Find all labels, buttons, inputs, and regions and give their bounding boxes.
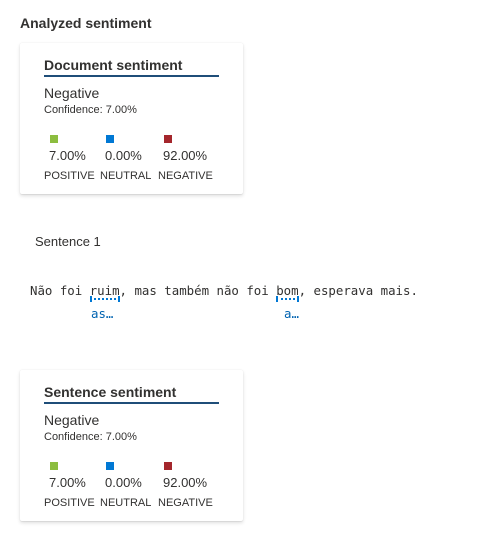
positive-label: POSITIVE <box>44 497 95 509</box>
positive-swatch <box>50 462 58 470</box>
sentence-segment: , mas também não foi <box>119 283 277 298</box>
confidence-text: Confidence: 7.00% <box>44 104 137 116</box>
negative-label: NEGATIVE <box>158 497 213 509</box>
negative-label: NEGATIVE <box>158 170 213 182</box>
negative-score: 92.00% NEGATIVE <box>158 462 213 509</box>
sentence-heading: Sentence 1 <box>35 234 101 249</box>
positive-value: 7.00% <box>49 148 86 163</box>
neutral-score: 0.00% NEUTRAL <box>100 462 151 509</box>
sentence-segment: , esperava mais. <box>298 283 418 298</box>
confidence-text: Confidence: 7.00% <box>44 431 137 443</box>
sentiment-label: Negative <box>44 412 100 428</box>
neutral-label: NEUTRAL <box>100 170 152 182</box>
positive-value: 7.00% <box>49 475 86 490</box>
neutral-swatch <box>106 462 114 470</box>
opinion-target-bom[interactable]: bom <box>276 283 299 302</box>
sentence-segment: Não foi <box>30 283 90 298</box>
positive-score: 7.00% POSITIVE <box>44 462 95 509</box>
assessment-link[interactable]: a… <box>284 306 299 321</box>
target-marker-left <box>89 296 92 302</box>
sentence-sentiment-card: Sentence sentiment Negative Confidence: … <box>20 370 243 521</box>
positive-label: POSITIVE <box>44 170 95 182</box>
opinion-target-ruim[interactable]: ruim <box>89 283 120 302</box>
positive-swatch <box>50 135 58 143</box>
sentiment-label: Negative <box>44 85 100 101</box>
target-marker-right <box>117 296 120 302</box>
neutral-score: 0.00% NEUTRAL <box>100 135 151 182</box>
card-title: Sentence sentiment <box>44 384 219 404</box>
page-heading: Analyzed sentiment <box>20 15 152 31</box>
negative-value: 92.00% <box>163 148 208 163</box>
assessment-link[interactable]: as… <box>91 306 113 321</box>
negative-score: 92.00% NEGATIVE <box>158 135 213 182</box>
target-word: ruim <box>89 283 120 298</box>
card-title: Document sentiment <box>44 57 219 77</box>
neutral-label: NEUTRAL <box>100 497 152 509</box>
negative-swatch <box>164 135 172 143</box>
neutral-value: 0.00% <box>105 475 142 490</box>
sentence-text: Não foi ruim, mas também não foi bom, es… <box>30 283 418 302</box>
negative-swatch <box>164 462 172 470</box>
target-marker-right <box>296 296 299 302</box>
target-marker-left <box>276 296 279 302</box>
positive-score: 7.00% POSITIVE <box>44 135 95 182</box>
neutral-value: 0.00% <box>105 148 142 163</box>
target-word: bom <box>276 283 299 298</box>
document-sentiment-card: Document sentiment Negative Confidence: … <box>20 43 243 194</box>
neutral-swatch <box>106 135 114 143</box>
negative-value: 92.00% <box>163 475 208 490</box>
